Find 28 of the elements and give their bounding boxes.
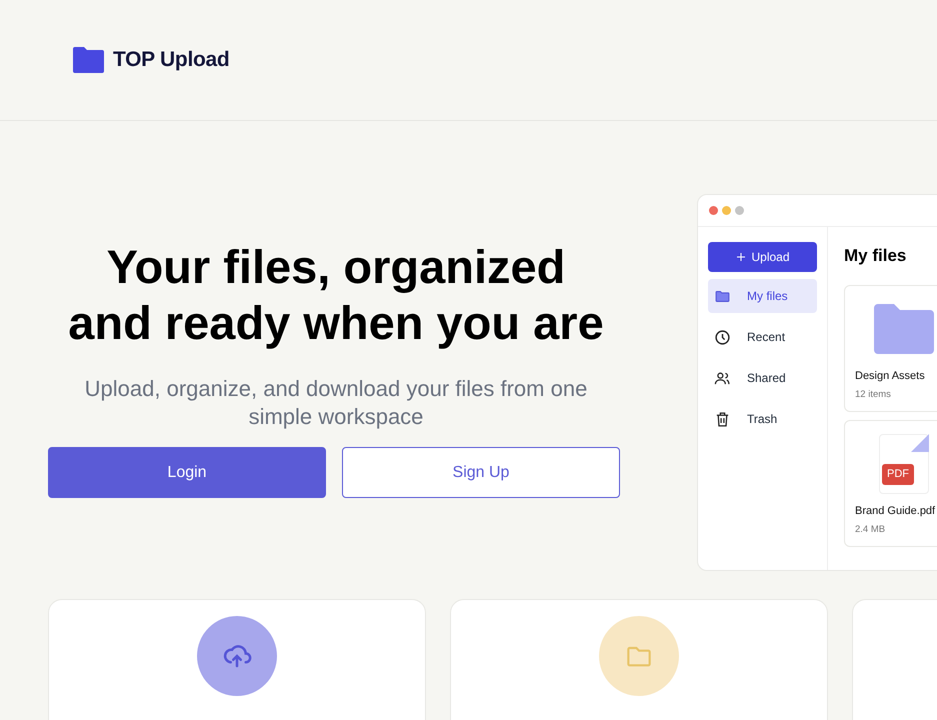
hero-subtitle: Upload, organize, and download your files from one simple workspace (84, 375, 588, 431)
sidebar-item[interactable]: Recent (708, 320, 817, 354)
sidebar-item[interactable]: Trash (708, 402, 817, 436)
upload-button[interactable]: Upload (708, 242, 817, 272)
folder-icon (872, 302, 936, 356)
trash-icon (714, 410, 731, 428)
folder-icon (72, 46, 105, 74)
file-name: Design Assets (855, 368, 926, 384)
file-name: Brand Guide.pdf (855, 504, 936, 519)
section-heading: My files (844, 245, 908, 267)
hero-title: Your files, organized and ready when you are (68, 239, 604, 351)
window-dot (735, 206, 744, 215)
file-size: 2.4 MB (855, 523, 886, 538)
sidebar-item[interactable]: Shared (708, 361, 817, 395)
login-button[interactable]: Login (48, 447, 326, 498)
brand-name: TOP Upload (113, 47, 230, 74)
clock-icon (714, 328, 731, 346)
file-card[interactable]: Design Assets 12 items (844, 284, 937, 412)
sidebar-item[interactable]: My files (708, 279, 817, 313)
file-type-badge: PDF (882, 464, 914, 485)
people-icon (714, 370, 731, 386)
signup-button[interactable]: Sign Up (342, 447, 620, 498)
file-size: 12 items (855, 388, 892, 402)
window-dot (722, 206, 731, 215)
page-corner-icon (911, 434, 929, 452)
file-card[interactable]: PDF Brand Guide.pdf 2.4 MB (844, 420, 937, 546)
plus-icon (735, 251, 748, 263)
window-dot (709, 206, 718, 215)
